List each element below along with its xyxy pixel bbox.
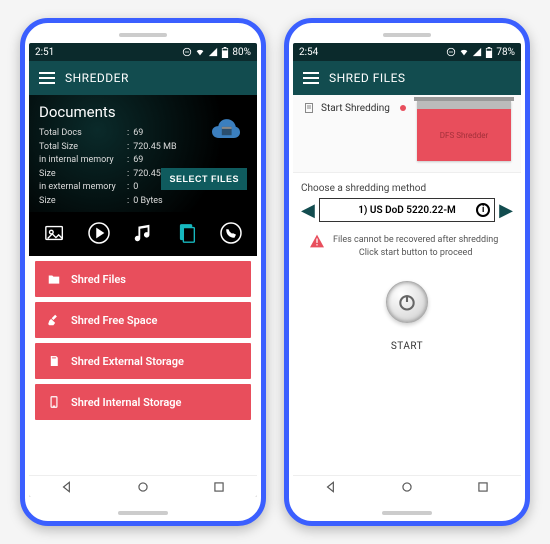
method-picker: ◀ 1) US DoD 5220.22-M i ▶ — [301, 198, 513, 222]
select-files-button[interactable]: SELECT FILES — [161, 168, 247, 190]
phone-speaker — [383, 33, 431, 37]
warning-block: Files cannot be recovered after shreddin… — [309, 234, 505, 259]
android-nav-bar — [293, 475, 521, 497]
phone-chin — [118, 511, 168, 515]
status-bar: 2:54 78% — [293, 43, 521, 61]
shredder-illustration: DFS Shredder — [417, 101, 511, 161]
home-icon[interactable] — [400, 480, 414, 494]
phone-icon — [47, 395, 61, 409]
battery-pct: 80% — [232, 47, 251, 58]
status-icons: 78% — [446, 47, 515, 58]
home-icon[interactable] — [136, 480, 150, 494]
phone-speaker — [119, 33, 167, 37]
stat-value: 69 — [133, 154, 143, 168]
signal-icon — [208, 47, 218, 57]
menu-icon[interactable] — [303, 72, 319, 84]
photos-icon[interactable] — [40, 218, 70, 248]
android-nav-bar — [29, 475, 257, 497]
documents-icon[interactable] — [172, 218, 202, 248]
status-bar: 2:51 80% — [29, 43, 257, 61]
app-bar: SHREDDER — [29, 61, 257, 95]
warning-icon — [309, 234, 325, 248]
action-label: Shred Internal Storage — [71, 396, 181, 409]
shred-external-item[interactable]: Shred External Storage — [35, 343, 251, 379]
battery-pct: 78% — [496, 47, 515, 58]
warning-line1: Files cannot be recovered after shreddin… — [333, 234, 498, 247]
folder-icon — [47, 272, 61, 286]
start-label: START — [293, 341, 521, 352]
start-button[interactable] — [386, 281, 428, 323]
battery-icon — [221, 47, 229, 58]
broom-icon — [47, 313, 61, 327]
video-icon[interactable] — [84, 218, 114, 248]
shred-files-item[interactable]: Shred Files — [35, 261, 251, 297]
menu-icon[interactable] — [39, 72, 55, 84]
phone-chin — [382, 511, 432, 515]
shred-internal-item[interactable]: Shred Internal Storage — [35, 384, 251, 420]
stat-label: Size — [39, 168, 127, 182]
prev-method-icon[interactable]: ◀ — [301, 200, 315, 221]
shred-actions: Shred Files Shred Free Space Shred Exter… — [29, 256, 257, 475]
app-title: SHRED FILES — [329, 71, 406, 85]
shredder-badge: DFS Shredder — [440, 131, 488, 140]
power-icon — [397, 292, 417, 312]
battery-icon — [485, 47, 493, 58]
documents-panel: Documents Total Docs:69 Total Size:720.4… — [29, 95, 257, 212]
back-icon[interactable] — [324, 480, 338, 494]
phone-right: 2:54 78% SHRED FILES Start Shredding — [284, 18, 530, 526]
screen: 2:54 78% SHRED FILES Start Shredding — [293, 43, 521, 497]
start-shredding-panel: Start Shredding DFS Shredder — [293, 95, 521, 173]
action-label: Shred Free Space — [71, 314, 157, 327]
stat-label: in internal memory — [39, 154, 127, 168]
method-caption: Choose a shredding method — [301, 183, 513, 194]
whatsapp-icon[interactable] — [216, 218, 246, 248]
stat-value: 0 — [133, 181, 138, 195]
wifi-icon — [459, 47, 469, 57]
action-label: Shred Files — [71, 273, 126, 286]
method-section: Choose a shredding method ◀ 1) US DoD 52… — [293, 173, 521, 222]
warning-line2: Click start button to proceed — [333, 247, 498, 260]
screen: 2:51 80% SHREDDER Documents Total Docs:6… — [29, 43, 257, 497]
next-method-icon[interactable]: ▶ — [499, 200, 513, 221]
recording-dot-icon — [400, 105, 406, 111]
filetype-tabs — [29, 212, 257, 256]
recents-icon[interactable] — [476, 480, 490, 494]
stat-label: Total Docs — [39, 127, 127, 141]
music-icon[interactable] — [128, 218, 158, 248]
sdcard-icon — [47, 354, 61, 368]
status-time: 2:54 — [299, 47, 318, 58]
start-shredding-row: Start Shredding — [303, 101, 406, 115]
stat-label: in external memory — [39, 181, 127, 195]
signal-icon — [472, 47, 482, 57]
back-icon[interactable] — [60, 480, 74, 494]
dnd-icon — [446, 47, 456, 57]
method-selected[interactable]: 1) US DoD 5220.22-M i — [319, 198, 495, 222]
document-icon — [303, 101, 315, 115]
info-icon[interactable]: i — [476, 203, 490, 217]
recents-icon[interactable] — [212, 480, 226, 494]
status-time: 2:51 — [35, 47, 54, 58]
status-icons: 80% — [182, 47, 251, 58]
start-shredding-label: Start Shredding — [321, 103, 390, 114]
stat-label: Total Size — [39, 141, 127, 155]
wifi-icon — [195, 47, 205, 57]
stat-value: 69 — [133, 127, 143, 141]
shred-free-space-item[interactable]: Shred Free Space — [35, 302, 251, 338]
cloud-icon — [209, 117, 243, 145]
action-label: Shred External Storage — [71, 355, 184, 368]
stat-label: Size — [39, 195, 127, 209]
dnd-icon — [182, 47, 192, 57]
stat-value: 720.45 MB — [133, 141, 176, 155]
method-selected-label: 1) US DoD 5220.22-M — [358, 205, 456, 216]
stat-value: 0 Bytes — [133, 195, 163, 209]
phone-left: 2:51 80% SHREDDER Documents Total Docs:6… — [20, 18, 266, 526]
app-title: SHREDDER — [65, 71, 129, 85]
app-bar: SHRED FILES — [293, 61, 521, 95]
